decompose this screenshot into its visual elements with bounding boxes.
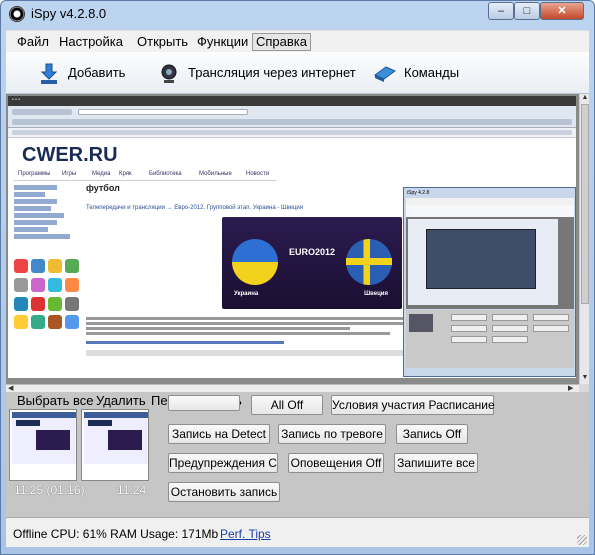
resize-grip-icon[interactable] [577, 535, 587, 545]
commands-button-label: Команды [404, 65, 460, 80]
feed-web-page: CWER.RU Программы Игры Медиа Кряк Библио… [8, 139, 576, 378]
sweden-flag-icon [346, 239, 392, 285]
feed-recommended-icons [14, 259, 79, 331]
thumbnail-label: 11:24 [117, 483, 147, 497]
thumbnail-strip: 11:25 (01:16) 11:24 [9, 409, 153, 517]
all-off-button[interactable]: All Off [251, 395, 323, 415]
feed-nav-item: Новости [246, 171, 270, 177]
feed-nav-item: Медиа [92, 171, 111, 177]
record-on-detect-button[interactable]: Запись на Detect [168, 424, 270, 444]
minimize-button[interactable]: – [488, 2, 514, 20]
menu-bar: Файл Настройка Открыть Функции Справка [6, 30, 589, 52]
menu-functions[interactable]: Функции [194, 33, 251, 51]
feed-site-logo: CWER.RU [22, 144, 118, 166]
window-title: iSpy v4.2.8.0 [31, 6, 107, 21]
status-bar: Offline CPU: 61% RAM Usage: 171Mb Perf. … [6, 517, 589, 547]
feed-article-text [86, 317, 416, 358]
recording-thumbnail[interactable] [9, 409, 77, 481]
scroll-thumb[interactable] [581, 104, 589, 304]
perf-tips-link[interactable]: Perf. Tips [220, 527, 271, 541]
menu-help[interactable]: Справка [252, 33, 311, 51]
thumbnail-label: 11:25 (01:16) [14, 483, 85, 497]
close-button[interactable]: ✕ [540, 2, 584, 20]
record-on-alarm-button[interactable]: Запись по тревоге [278, 424, 386, 444]
feed-browser-tabs [8, 106, 576, 128]
record-off-button[interactable]: Запись Off [396, 424, 468, 444]
feed-nav-item: Кряк [119, 171, 132, 177]
horizontal-scrollbar[interactable]: ◀ ▶ [6, 384, 589, 392]
feed-banner-title: EURO2012 [288, 247, 336, 257]
camera-feed-image[interactable]: • • • CWER.RU Программы Игры Медиа Кряк … [8, 96, 576, 378]
feed-breadcrumb: Телепередачи и трансляции → Евро-2012. Г… [86, 205, 303, 211]
add-button[interactable]: Добавить [38, 60, 148, 86]
menu-open[interactable]: Открыть [134, 33, 191, 51]
feed-banner-left: Украина [234, 291, 259, 297]
webcam-icon [161, 64, 177, 83]
title-bar[interactable]: iSpy v4.2.8.0 – □ ✕ [1, 1, 594, 27]
feed-nested-title: iSpy 4.2.8 [407, 190, 430, 196]
recordings-list: Выбрать все Удалить 11:25 (01:16) 11:24 [6, 392, 156, 517]
toolbar: Добавить Трансляция через интернет Коман… [6, 52, 589, 94]
feed-sidebar [14, 185, 76, 241]
commands-button[interactable]: Команды [374, 60, 474, 86]
alerts-on-button[interactable]: Предупреждения С [168, 453, 278, 473]
feed-nav-item: Мобильные [199, 171, 232, 177]
stop-recording-button[interactable]: Остановить запись [168, 482, 280, 502]
status-text: Offline CPU: 61% RAM Usage: 171Mb [13, 527, 219, 541]
feed-nested-ispy-window: iSpy 4.2.8 [403, 187, 576, 377]
broadcast-button[interactable]: Трансляция через интернет [158, 60, 358, 86]
camera-view[interactable]: • • • CWER.RU Программы Игры Медиа Кряк … [6, 94, 589, 384]
select-all-link[interactable]: Выбрать все [17, 393, 93, 409]
feed-nav-item: Библиотека [149, 171, 182, 177]
schedule-conditions-button[interactable]: Условия участия Расписание [331, 395, 495, 415]
feed-page-heading: футбол [86, 183, 120, 193]
view-vertical-scrollbar[interactable]: ▲ ▼ [579, 94, 589, 384]
feed-nav-item: Игры [62, 171, 77, 177]
commands-icon [374, 66, 396, 82]
feed-site-nav: Программы Игры Медиа Кряк Библиотека Моб… [14, 171, 276, 181]
download-arrow-icon [40, 63, 58, 84]
menu-file[interactable]: Файл [14, 33, 52, 51]
hidden-button[interactable] [168, 395, 240, 411]
ispy-eye-icon [9, 6, 25, 22]
menu-settings[interactable]: Настройка [56, 33, 126, 51]
record-all-button[interactable]: Запишите все [394, 453, 478, 473]
recording-thumbnail[interactable] [81, 409, 149, 481]
scroll-up-icon[interactable]: ▲ [581, 94, 589, 102]
delete-link[interactable]: Удалить [96, 393, 146, 409]
feed-banner-right: Швеция [364, 291, 388, 297]
feed-taskbar: • • • [8, 96, 576, 106]
feed-nav-item: Программы [18, 171, 51, 177]
recordings-panel: Выбрать все Удалить 11:25 (01:16) 11:24 … [6, 392, 589, 517]
broadcast-button-label: Трансляция через интернет [188, 65, 356, 80]
scroll-down-icon[interactable]: ▼ [581, 374, 589, 382]
add-button-label: Добавить [68, 65, 126, 80]
maximize-button[interactable]: □ [514, 2, 540, 20]
feed-bookmarks-bar [8, 128, 576, 138]
feed-euro-banner: EURO2012 Украина Швеция [222, 217, 402, 309]
alerts-off-button[interactable]: Оповещения Off [288, 453, 384, 473]
app-window: iSpy v4.2.8.0 – □ ✕ Файл Настройка Откры… [0, 0, 595, 555]
ukraine-flag-icon [232, 239, 278, 285]
